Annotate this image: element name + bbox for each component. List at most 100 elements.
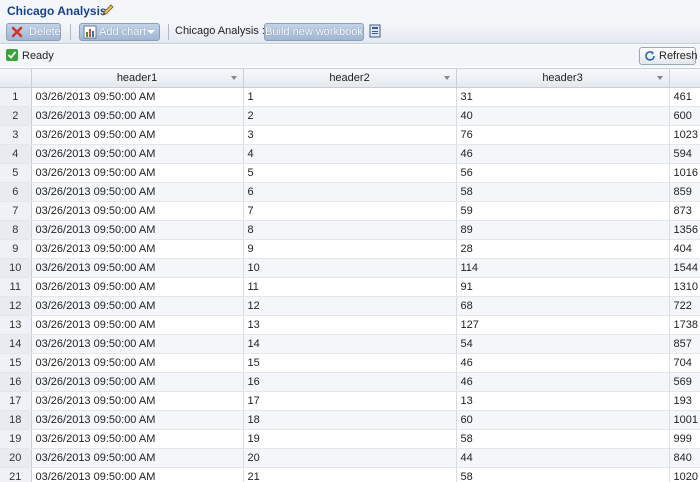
- table-cell[interactable]: 1544: [669, 258, 700, 278]
- table-row[interactable]: 2 03/26/2013 09:50:00 AM 2 40 600: [0, 106, 700, 126]
- table-cell[interactable]: 1016: [669, 163, 700, 183]
- table-row[interactable]: 1 03/26/2013 09:50:00 AM 1 31 461: [0, 87, 700, 107]
- table-row[interactable]: 14 03/26/2013 09:50:00 AM 14 54 857: [0, 334, 700, 354]
- table-cell[interactable]: 46: [456, 372, 670, 392]
- table-cell[interactable]: 58: [456, 429, 670, 449]
- table-cell[interactable]: 722: [669, 296, 700, 316]
- table-cell[interactable]: 03/26/2013 09:50:00 AM: [31, 410, 244, 430]
- table-cell[interactable]: 03/26/2013 09:50:00 AM: [31, 239, 244, 259]
- table-cell[interactable]: 03/26/2013 09:50:00 AM: [31, 391, 244, 411]
- table-cell[interactable]: 03/26/2013 09:50:00 AM: [31, 372, 244, 392]
- table-cell[interactable]: 03/26/2013 09:50:00 AM: [31, 87, 244, 107]
- table-cell[interactable]: 58: [456, 467, 670, 482]
- add-chart-button[interactable]: Add chart: [79, 23, 160, 41]
- table-cell[interactable]: 03/26/2013 09:50:00 AM: [31, 353, 244, 373]
- table-cell[interactable]: 4: [243, 144, 457, 164]
- table-cell[interactable]: 594: [669, 144, 700, 164]
- table-cell[interactable]: 461: [669, 87, 700, 107]
- table-cell[interactable]: 859: [669, 182, 700, 202]
- table-cell[interactable]: 03/26/2013 09:50:00 AM: [31, 258, 244, 278]
- table-cell[interactable]: 44: [456, 448, 670, 468]
- table-row[interactable]: 12 03/26/2013 09:50:00 AM 12 68 722: [0, 296, 700, 316]
- table-cell[interactable]: 03/26/2013 09:50:00 AM: [31, 467, 244, 482]
- table-row[interactable]: 17 03/26/2013 09:50:00 AM 17 13 193: [0, 391, 700, 411]
- table-cell[interactable]: 3: [243, 125, 457, 145]
- table-row[interactable]: 6 03/26/2013 09:50:00 AM 6 58 859: [0, 182, 700, 202]
- sort-arrow-icon[interactable]: [230, 76, 237, 80]
- table-row[interactable]: 10 03/26/2013 09:50:00 AM 10 114 1544: [0, 258, 700, 278]
- table-cell[interactable]: 16: [243, 372, 457, 392]
- column-header-2[interactable]: header2: [243, 69, 457, 88]
- table-cell[interactable]: 873: [669, 201, 700, 221]
- table-cell[interactable]: 03/26/2013 09:50:00 AM: [31, 220, 244, 240]
- table-cell[interactable]: 03/26/2013 09:50:00 AM: [31, 163, 244, 183]
- table-cell[interactable]: 1738: [669, 315, 700, 335]
- table-cell[interactable]: 19: [243, 429, 457, 449]
- table-cell[interactable]: 840: [669, 448, 700, 468]
- table-cell[interactable]: 03/26/2013 09:50:00 AM: [31, 448, 244, 468]
- column-header-1[interactable]: header1: [31, 69, 244, 88]
- table-cell[interactable]: 999: [669, 429, 700, 449]
- sort-arrow-icon[interactable]: [656, 76, 663, 80]
- table-cell[interactable]: 15: [243, 353, 457, 373]
- table-cell[interactable]: 1356: [669, 220, 700, 240]
- table-cell[interactable]: 127: [456, 315, 670, 335]
- table-cell[interactable]: 03/26/2013 09:50:00 AM: [31, 429, 244, 449]
- table-cell[interactable]: 56: [456, 163, 670, 183]
- table-row[interactable]: 11 03/26/2013 09:50:00 AM 11 91 1310: [0, 277, 700, 297]
- table-row[interactable]: 5 03/26/2013 09:50:00 AM 5 56 1016: [0, 163, 700, 183]
- table-row[interactable]: 20 03/26/2013 09:50:00 AM 20 44 840: [0, 448, 700, 468]
- table-row[interactable]: 4 03/26/2013 09:50:00 AM 4 46 594: [0, 144, 700, 164]
- table-cell[interactable]: 7: [243, 201, 457, 221]
- table-cell[interactable]: 2: [243, 106, 457, 126]
- table-cell[interactable]: 03/26/2013 09:50:00 AM: [31, 296, 244, 316]
- table-cell[interactable]: 68: [456, 296, 670, 316]
- table-cell[interactable]: 28: [456, 239, 670, 259]
- table-cell[interactable]: 8: [243, 220, 457, 240]
- build-new-workbook-button[interactable]: Build new workbook: [264, 23, 364, 41]
- table-cell[interactable]: 76: [456, 125, 670, 145]
- table-cell[interactable]: 40: [456, 106, 670, 126]
- table-cell[interactable]: 89: [456, 220, 670, 240]
- delete-button[interactable]: Delete: [6, 23, 61, 41]
- table-cell[interactable]: 1023: [669, 125, 700, 145]
- table-cell[interactable]: 1: [243, 87, 457, 107]
- table-row[interactable]: 19 03/26/2013 09:50:00 AM 19 58 999: [0, 429, 700, 449]
- table-cell[interactable]: 60: [456, 410, 670, 430]
- table-cell[interactable]: 13: [243, 315, 457, 335]
- table-cell[interactable]: 20: [243, 448, 457, 468]
- table-cell[interactable]: 13: [456, 391, 670, 411]
- table-cell[interactable]: 03/26/2013 09:50:00 AM: [31, 334, 244, 354]
- table-cell[interactable]: 03/26/2013 09:50:00 AM: [31, 144, 244, 164]
- table-cell[interactable]: 600: [669, 106, 700, 126]
- table-row[interactable]: 7 03/26/2013 09:50:00 AM 7 59 873: [0, 201, 700, 221]
- table-row[interactable]: 13 03/26/2013 09:50:00 AM 13 127 1738: [0, 315, 700, 335]
- table-cell[interactable]: 857: [669, 334, 700, 354]
- column-header-4[interactable]: [669, 69, 700, 88]
- refresh-button[interactable]: Refresh: [639, 47, 698, 65]
- table-cell[interactable]: 9: [243, 239, 457, 259]
- table-cell[interactable]: 11: [243, 277, 457, 297]
- table-cell[interactable]: 03/26/2013 09:50:00 AM: [31, 315, 244, 335]
- table-cell[interactable]: 59: [456, 201, 670, 221]
- table-cell[interactable]: 704: [669, 353, 700, 373]
- table-cell[interactable]: 54: [456, 334, 670, 354]
- table-row[interactable]: 21 03/26/2013 09:50:00 AM 21 58 1020: [0, 467, 700, 482]
- table-cell[interactable]: 58: [456, 182, 670, 202]
- table-cell[interactable]: 03/26/2013 09:50:00 AM: [31, 106, 244, 126]
- table-cell[interactable]: 31: [456, 87, 670, 107]
- table-cell[interactable]: 1020: [669, 467, 700, 482]
- table-cell[interactable]: 46: [456, 144, 670, 164]
- pencil-icon[interactable]: [101, 3, 115, 17]
- sort-arrow-icon[interactable]: [443, 76, 450, 80]
- workbook-icon[interactable]: [369, 24, 382, 38]
- table-row[interactable]: 18 03/26/2013 09:50:00 AM 18 60 1001: [0, 410, 700, 430]
- table-cell[interactable]: 03/26/2013 09:50:00 AM: [31, 277, 244, 297]
- table-cell[interactable]: 5: [243, 163, 457, 183]
- table-cell[interactable]: 1310: [669, 277, 700, 297]
- table-cell[interactable]: 03/26/2013 09:50:00 AM: [31, 182, 244, 202]
- table-cell[interactable]: 46: [456, 353, 670, 373]
- table-cell[interactable]: 404: [669, 239, 700, 259]
- column-header-3[interactable]: header3: [456, 69, 670, 88]
- table-row[interactable]: 3 03/26/2013 09:50:00 AM 3 76 1023: [0, 125, 700, 145]
